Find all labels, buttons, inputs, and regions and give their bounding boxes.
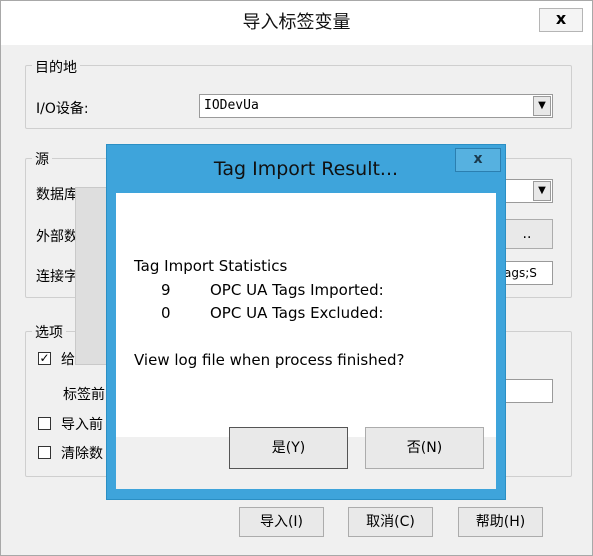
no-button[interactable]: 否(N) bbox=[365, 427, 484, 469]
option2-checkbox[interactable] bbox=[38, 417, 51, 430]
modal-body: Tag Import Statistics 9 OPC UA Tags Impo… bbox=[116, 193, 496, 437]
external-source-label: 外部数 bbox=[36, 229, 78, 245]
cancel-button[interactable]: 取消(C) bbox=[348, 507, 433, 537]
yes-button[interactable]: 是(Y) bbox=[229, 427, 348, 469]
database-label: 数据库 bbox=[36, 187, 78, 203]
tag-prefix-field[interactable] bbox=[501, 379, 553, 403]
chevron-down-icon[interactable]: ▼ bbox=[533, 96, 551, 116]
connection-string-field[interactable]: ags;S bbox=[501, 261, 553, 285]
view-log-question: View log file when process finished? bbox=[134, 351, 405, 369]
import-button[interactable]: 导入(I) bbox=[239, 507, 324, 537]
io-device-combo[interactable]: IODevUa ▼ bbox=[199, 94, 553, 118]
option3-label: 清除数 bbox=[61, 446, 103, 462]
connection-string-label: 连接字 bbox=[36, 269, 78, 285]
tag-prefix-label: 标签前 bbox=[63, 387, 105, 403]
stats-heading: Tag Import Statistics bbox=[134, 257, 288, 275]
stat-imported-count: 9 bbox=[161, 281, 171, 299]
destination-legend: 目的地 bbox=[32, 57, 80, 77]
io-device-label: I/O设备: bbox=[36, 101, 89, 117]
option1-checkbox[interactable]: ✓ bbox=[38, 352, 51, 365]
option3-checkbox[interactable] bbox=[38, 446, 51, 459]
stat-excluded-count: 0 bbox=[161, 304, 171, 322]
modal-button-area: 是(Y) 否(N) bbox=[116, 427, 496, 489]
option1-label: 给 bbox=[61, 352, 75, 368]
dialog-title: 导入标签变量 bbox=[242, 12, 351, 33]
chevron-down-icon[interactable]: ▼ bbox=[533, 181, 551, 201]
options-legend: 选项 bbox=[32, 322, 66, 342]
help-button[interactable]: 帮助(H) bbox=[458, 507, 543, 537]
source-legend: 源 bbox=[32, 149, 52, 169]
stat-imported-label: OPC UA Tags Imported: bbox=[210, 281, 384, 299]
title-bar: 导入标签变量 x bbox=[1, 1, 592, 45]
database-combo[interactable]: ▼ bbox=[501, 179, 553, 203]
close-button[interactable]: x bbox=[539, 8, 583, 32]
io-device-value: IODevUa bbox=[204, 98, 259, 113]
tag-import-result-dialog: Tag Import Result... x Tag Import Statis… bbox=[106, 144, 506, 500]
stat-excluded-label: OPC UA Tags Excluded: bbox=[210, 304, 384, 322]
option2-label: 导入前 bbox=[61, 417, 103, 433]
browse-button[interactable]: .. bbox=[501, 219, 553, 249]
modal-close-button[interactable]: x bbox=[455, 148, 501, 172]
modal-title: Tag Import Result... bbox=[213, 158, 399, 180]
